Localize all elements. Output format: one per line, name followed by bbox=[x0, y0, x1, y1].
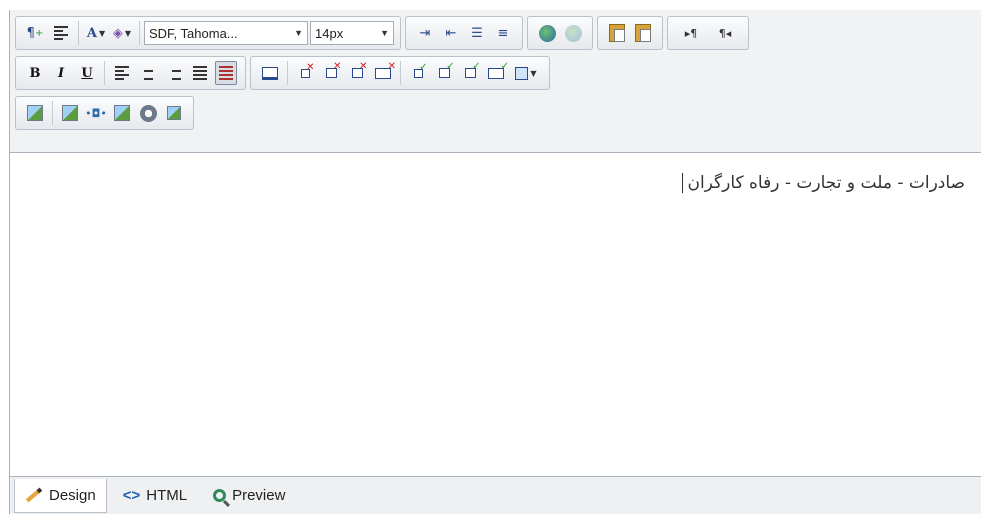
toolbar-row-3: •◘• bbox=[15, 96, 198, 130]
paste-text-icon[interactable] bbox=[606, 21, 628, 45]
italic-button[interactable]: I bbox=[50, 61, 72, 85]
align-right-icon[interactable] bbox=[163, 61, 185, 85]
font-name-select[interactable]: SDF, Tahoma... ▼ bbox=[144, 21, 308, 45]
insert-table-icon[interactable]: ✓ bbox=[485, 61, 509, 85]
unordered-list-icon[interactable]: ≡ bbox=[492, 21, 514, 45]
unlink-globe-icon[interactable] bbox=[562, 21, 584, 45]
insert-column-icon[interactable]: ✓ bbox=[433, 61, 455, 85]
chevron-down-icon: ▼ bbox=[124, 28, 132, 38]
font-color-button[interactable]: A ▼ bbox=[85, 21, 107, 45]
toolbar-separator bbox=[78, 21, 79, 45]
justify-icon[interactable] bbox=[189, 61, 211, 85]
align-lines-icon[interactable] bbox=[50, 21, 72, 45]
bold-button[interactable]: B bbox=[24, 61, 46, 85]
outdent-icon[interactable]: ⇤ bbox=[440, 21, 462, 45]
paint-bucket-icon[interactable]: ◈ ▼ bbox=[111, 21, 133, 45]
toolbar-separator bbox=[400, 61, 401, 85]
italic-label: I bbox=[57, 65, 65, 81]
chevron-down-icon: ▼ bbox=[294, 28, 303, 38]
tab-preview-label: Preview bbox=[232, 487, 286, 504]
paragraph-add-icon[interactable]: ¶ + bbox=[24, 21, 46, 45]
underline-label: U bbox=[81, 65, 93, 81]
format-group: ¶ + A ▼ ◈ ▼ SDF, Tahoma... ▼ 14px ▼ bbox=[15, 16, 401, 50]
delete-column-icon[interactable]: ✕ bbox=[320, 61, 342, 85]
insert-cell-icon[interactable]: ✓ bbox=[459, 61, 481, 85]
toolbar-area: ¶ + A ▼ ◈ ▼ SDF, Tahoma... ▼ 14px ▼ ⇥ ⇤ … bbox=[9, 10, 981, 152]
image-map-icon[interactable] bbox=[59, 101, 81, 125]
indent-icon[interactable]: ⇥ bbox=[414, 21, 436, 45]
content-text[interactable]: صادرات - ملت و تجارت - رفاه کارگران bbox=[682, 173, 965, 193]
list-group: ⇥ ⇤ ☰ ≡ bbox=[405, 16, 523, 50]
mode-tabs: Design <> HTML Preview bbox=[9, 476, 981, 514]
toolbar-separator bbox=[139, 21, 140, 45]
font-size-select[interactable]: 14px ▼ bbox=[310, 21, 394, 45]
magnifier-icon bbox=[213, 489, 227, 502]
table-group: ✕ ✕ ✕ ✕ ✓ ✓ ✓ ✓ ▼ bbox=[250, 56, 550, 90]
toolbar-separator bbox=[104, 61, 105, 85]
clear-format-icon[interactable] bbox=[215, 61, 237, 85]
style-group: B I U bbox=[15, 56, 246, 90]
chevron-down-icon: ▼ bbox=[380, 28, 389, 38]
font-color-label: A bbox=[86, 25, 97, 41]
bold-label: B bbox=[29, 65, 41, 81]
underline-button[interactable]: U bbox=[76, 61, 98, 85]
toolbar-separator bbox=[52, 101, 53, 125]
font-name-value: SDF, Tahoma... bbox=[149, 25, 238, 41]
direction-group: ▸¶ ¶◂ bbox=[667, 16, 749, 50]
tab-html-label: HTML bbox=[146, 487, 188, 504]
ordered-list-icon[interactable]: ☰ bbox=[466, 21, 488, 45]
insert-image-icon[interactable] bbox=[24, 101, 46, 125]
pencil-icon bbox=[25, 487, 43, 503]
html-editor: ¶ + A ▼ ◈ ▼ SDF, Tahoma... ▼ 14px ▼ ⇥ ⇤ … bbox=[0, 0, 981, 514]
tab-preview[interactable]: Preview bbox=[203, 481, 295, 511]
chevron-down-icon: ▼ bbox=[98, 28, 106, 38]
insert-row-icon[interactable]: ✓ bbox=[407, 61, 429, 85]
flash-icon[interactable]: •◘• bbox=[85, 101, 107, 125]
toolbar-separator bbox=[287, 61, 288, 85]
ltr-label: ▸¶ bbox=[684, 26, 698, 40]
font-size-value: 14px bbox=[315, 25, 344, 41]
paste-icon[interactable] bbox=[632, 21, 654, 45]
rtl-button[interactable]: ¶◂ bbox=[710, 21, 740, 45]
media-group: •◘• bbox=[15, 96, 194, 130]
table-wizard-icon[interactable]: ▼ bbox=[511, 61, 541, 85]
code-icon: <> bbox=[122, 487, 141, 504]
chevron-down-icon: ▼ bbox=[530, 68, 537, 78]
link-group bbox=[527, 16, 593, 50]
delete-table-icon[interactable]: ✕ bbox=[372, 61, 396, 85]
gallery-icon[interactable] bbox=[163, 101, 185, 125]
toolbar-row-2: B I U ✕ ✕ ✕ ✕ ✓ ✓ ✓ ✓ ▼ bbox=[15, 56, 554, 90]
media-icon[interactable] bbox=[111, 101, 133, 125]
align-center-icon[interactable] bbox=[137, 61, 159, 85]
link-globe-icon[interactable] bbox=[536, 21, 558, 45]
template-icon[interactable] bbox=[137, 101, 159, 125]
tab-html[interactable]: <> HTML bbox=[113, 481, 197, 511]
rtl-label: ¶◂ bbox=[718, 26, 732, 40]
paste-group bbox=[597, 16, 663, 50]
align-left-icon[interactable] bbox=[111, 61, 133, 85]
toolbar-row-1: ¶ + A ▼ ◈ ▼ SDF, Tahoma... ▼ 14px ▼ ⇥ ⇤ … bbox=[15, 16, 753, 50]
ltr-button[interactable]: ▸¶ bbox=[676, 21, 706, 45]
delete-row-icon[interactable]: ✕ bbox=[294, 61, 316, 85]
delete-cell-icon[interactable]: ✕ bbox=[346, 61, 368, 85]
table-properties-icon[interactable] bbox=[259, 61, 281, 85]
tab-design-label: Design bbox=[49, 486, 96, 504]
tab-design[interactable]: Design bbox=[14, 478, 107, 513]
editor-content-area[interactable]: صادرات - ملت و تجارت - رفاه کارگران bbox=[9, 152, 981, 476]
